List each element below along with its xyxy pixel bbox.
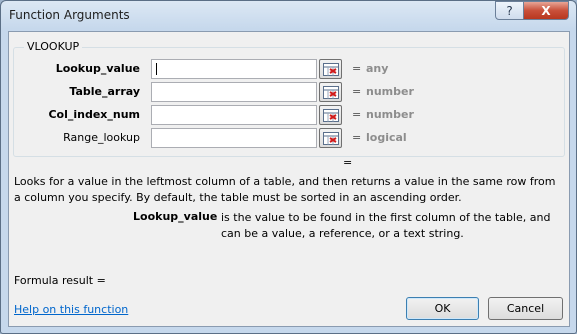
function-arguments-dialog: Function Arguments ? X VLOOKUP Lookup_va…	[0, 0, 577, 334]
arg-help-name: Lookup_value	[133, 210, 218, 223]
dialog-body: VLOOKUP Lookup_value = any Table_array =…	[8, 31, 570, 327]
equals-sign: =	[352, 62, 362, 75]
table-array-input[interactable]	[151, 82, 317, 102]
help-on-function-link[interactable]: Help on this function	[14, 303, 128, 316]
collapse-dialog-icon	[323, 132, 339, 145]
collapse-dialog-icon	[323, 109, 339, 122]
close-button[interactable]: X	[523, 1, 569, 20]
equals-sign: =	[352, 108, 362, 121]
arg-result-table-array: number	[366, 85, 414, 98]
text-caret	[156, 63, 157, 75]
table-array-ref-button[interactable]	[319, 82, 342, 102]
col-index-num-ref-button[interactable]	[319, 105, 342, 125]
help-button[interactable]: ?	[495, 1, 524, 20]
range-lookup-ref-button[interactable]	[319, 128, 342, 148]
arg-result-col-index-num: number	[366, 108, 414, 121]
cancel-button[interactable]: Cancel	[488, 297, 563, 320]
arguments-group: VLOOKUP Lookup_value = any Table_array =…	[13, 40, 565, 157]
ok-button[interactable]: OK	[406, 297, 479, 320]
range-lookup-input[interactable]	[151, 128, 317, 148]
arg-result-range-lookup: logical	[366, 131, 407, 144]
function-description: Looks for a value in the leftmost column…	[14, 175, 556, 204]
arg-label-table-array: Table_array	[69, 85, 140, 98]
question-mark-icon: ?	[506, 3, 513, 18]
collapse-dialog-icon	[323, 86, 339, 99]
function-name-label: VLOOKUP	[24, 40, 83, 53]
formula-result-label: Formula result =	[14, 274, 106, 287]
lookup-value-input[interactable]	[151, 59, 317, 79]
arg-help-text: is the value to be found in the first co…	[221, 211, 551, 240]
lookup-value-ref-button[interactable]	[319, 59, 342, 79]
arg-label-lookup-value: Lookup_value	[55, 62, 140, 75]
dialog-title: Function Arguments	[9, 8, 130, 22]
title-bar[interactable]: Function Arguments ? X	[1, 1, 576, 31]
equals-sign: =	[352, 131, 362, 144]
arg-label-range-lookup: Range_lookup	[63, 131, 140, 144]
close-icon: X	[541, 3, 551, 18]
function-result-equals: =	[343, 156, 353, 169]
col-index-num-input[interactable]	[151, 105, 317, 125]
equals-sign: =	[352, 85, 362, 98]
arg-result-lookup-value: any	[366, 62, 389, 75]
collapse-dialog-icon	[323, 63, 339, 76]
arg-label-col-index-num: Col_index_num	[48, 108, 140, 121]
